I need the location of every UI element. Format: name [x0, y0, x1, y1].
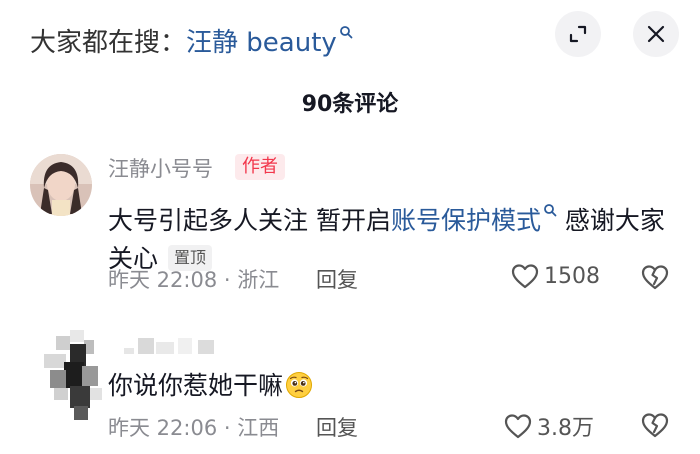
avatar[interactable]	[30, 330, 110, 420]
avatar[interactable]	[30, 154, 92, 216]
comment-username[interactable]: 汪静小号号	[108, 153, 213, 183]
author-badge: 作者	[235, 154, 285, 180]
reply-button[interactable]: 回复	[316, 264, 358, 294]
search-prefix: 大家都在搜：	[30, 28, 187, 58]
close-button[interactable]	[633, 11, 679, 57]
like-count: 3.8万	[537, 416, 594, 441]
comment-username[interactable]	[124, 336, 224, 356]
comment-meta: 昨天 22:06 · 江西	[108, 416, 280, 440]
comment-text-part: 你说你惹她干嘛	[108, 371, 284, 400]
pleading-face-emoji	[286, 372, 313, 398]
search-icon	[339, 16, 353, 39]
like-button[interactable]: 3.8万	[503, 410, 594, 442]
comment-count-title: 90条评论	[301, 92, 399, 117]
comment-text-part: 大号引起多人关注 暂开启	[108, 206, 391, 235]
close-icon	[647, 25, 665, 43]
protection-mode-link[interactable]: 账号保护模式	[391, 206, 541, 235]
search-suggestion[interactable]: 大家都在搜：汪静 beauty	[30, 16, 353, 59]
expand-icon	[569, 25, 587, 43]
broken-heart-icon[interactable]	[640, 410, 670, 440]
reply-button[interactable]: 回复	[316, 412, 358, 442]
search-icon	[543, 190, 557, 217]
comment-text: 你说你惹她干嘛	[108, 366, 313, 402]
comment-meta: 昨天 22:08 · 浙江	[108, 268, 280, 292]
like-count: 1508	[544, 263, 600, 289]
like-button[interactable]: 1508	[510, 262, 600, 290]
heart-icon	[511, 264, 539, 289]
heart-icon	[504, 414, 532, 439]
search-term-link[interactable]: 汪静 beauty	[186, 28, 337, 58]
broken-heart-icon[interactable]	[640, 262, 670, 292]
expand-button[interactable]	[555, 11, 601, 57]
